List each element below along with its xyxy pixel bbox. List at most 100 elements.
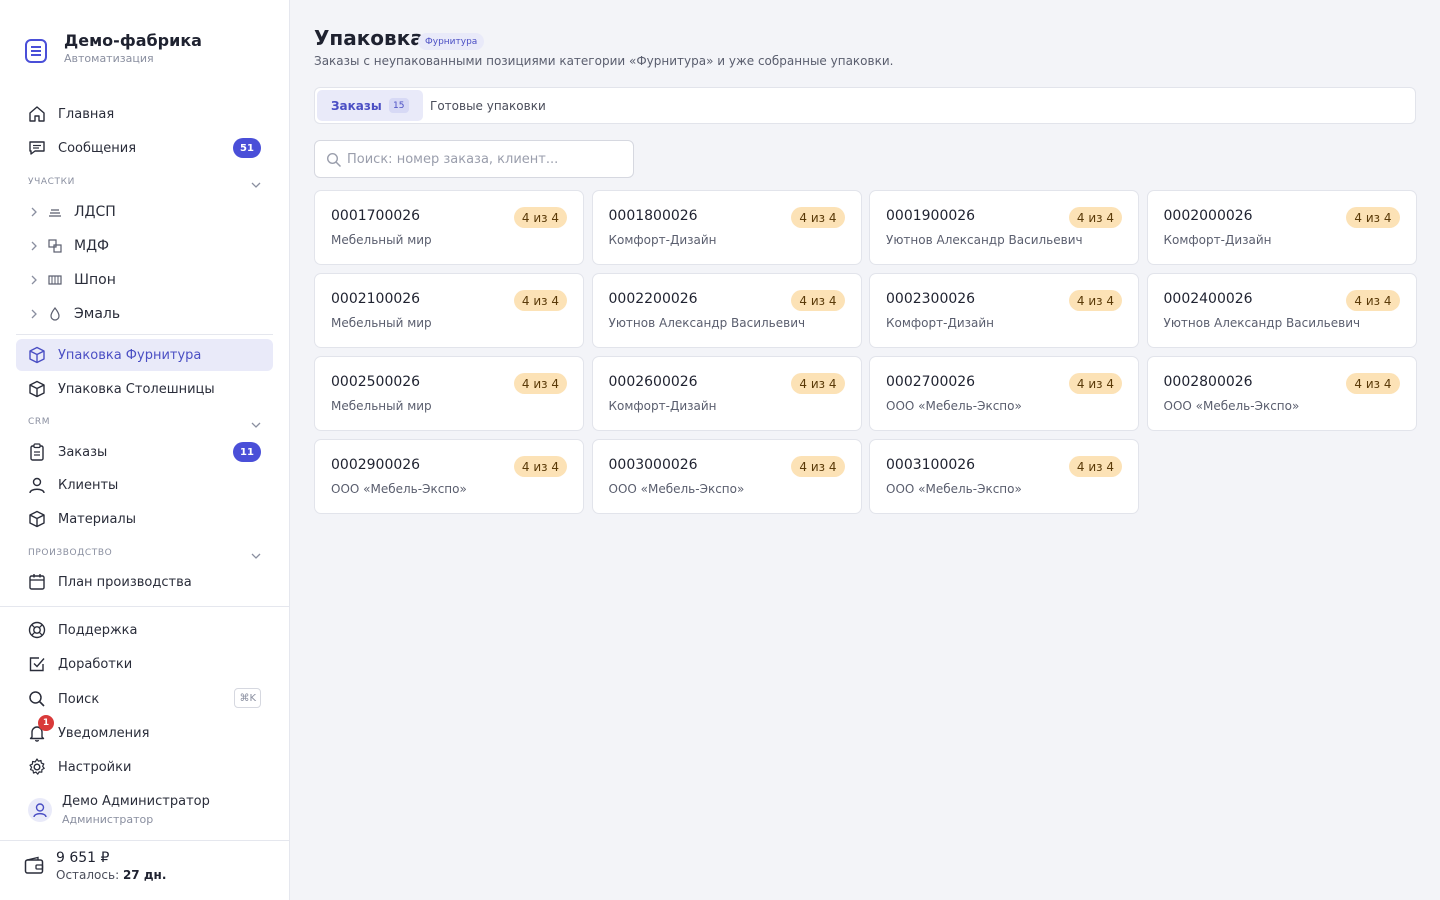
notifications-count-badge: 1 bbox=[38, 715, 54, 731]
packing-progress-badge: 4 из 4 bbox=[513, 290, 567, 311]
order-number: 0002200026 bbox=[608, 291, 698, 307]
brand-subtitle: Автоматизация bbox=[64, 52, 154, 65]
order-card[interactable]: 0003000026 ООО «Мебель-Экспо» 4 из 4 bbox=[591, 439, 862, 514]
order-card[interactable]: 0001800026 Комфорт-Дизайн 4 из 4 bbox=[591, 190, 862, 265]
order-client: ООО «Мебель-Экспо» bbox=[331, 482, 467, 496]
lifebuoy-icon bbox=[28, 621, 46, 639]
section-production-label: Производство bbox=[28, 548, 113, 558]
order-client: ООО «Мебель-Экспо» bbox=[608, 482, 745, 496]
brand[interactable]: Демо-фабрика Автоматизация bbox=[24, 30, 202, 67]
nav-search-label: Поиск bbox=[58, 691, 100, 707]
packing-progress-badge: 4 из 4 bbox=[1346, 290, 1400, 311]
order-card[interactable]: 0002100026 Мебельный мир 4 из 4 bbox=[314, 273, 584, 348]
gear-icon bbox=[29, 758, 45, 775]
order-client: Мебельный мир bbox=[331, 233, 432, 247]
order-card[interactable]: 0001700026 Мебельный мир 4 из 4 bbox=[314, 190, 584, 265]
order-number: 0003100026 bbox=[886, 457, 976, 473]
tab-orders[interactable]: Заказы 15 bbox=[317, 90, 423, 121]
search-box[interactable] bbox=[314, 140, 634, 178]
chevron-right-icon bbox=[31, 241, 37, 251]
checkbox-icon bbox=[29, 657, 45, 672]
order-card[interactable]: 0002600026 Комфорт-Дизайн 4 из 4 bbox=[591, 356, 862, 431]
order-card[interactable]: 0002700026 ООО «Мебель-Экспо» 4 из 4 bbox=[869, 356, 1139, 431]
divider bbox=[16, 334, 273, 335]
box-icon bbox=[29, 380, 45, 398]
chevron-down-icon bbox=[251, 182, 261, 188]
nav-support[interactable]: Поддержка bbox=[16, 614, 273, 646]
chevron-right-icon bbox=[31, 275, 37, 285]
order-number: 0002900026 bbox=[331, 457, 421, 473]
packing-progress-badge: 4 из 4 bbox=[1068, 290, 1122, 311]
nav-notifications[interactable]: 1 Уведомления bbox=[16, 715, 273, 749]
order-card[interactable]: 0001900026 Уютнов Александр Васильевич 4 и… bbox=[869, 190, 1139, 265]
nav-settings-label: Настройки bbox=[58, 759, 132, 775]
order-card[interactable]: 0002400026 Уютнов Александр Васильевич 4 и… bbox=[1146, 273, 1417, 348]
nav-search[interactable]: Поиск ⌘K bbox=[16, 683, 273, 715]
area-enamel[interactable]: Эмаль bbox=[16, 298, 273, 330]
packing-progress-badge: 4 из 4 bbox=[1068, 373, 1122, 394]
brand-title: Демо-фабрика bbox=[64, 31, 202, 50]
nav-packaging-hardware-label: Упаковка Фурнитура bbox=[58, 347, 202, 363]
section-crm[interactable]: CRM bbox=[28, 417, 262, 433]
balance[interactable]: 9 651 ₽ Осталось: 27 дн. bbox=[24, 848, 274, 888]
nav-home[interactable]: Главная bbox=[16, 98, 273, 130]
veneer-icon bbox=[48, 275, 62, 285]
user-profile[interactable]: Демо Администратор Администратор bbox=[28, 792, 268, 832]
area-mdf[interactable]: МДФ bbox=[16, 230, 273, 262]
layers-icon bbox=[49, 209, 61, 217]
nav-clients[interactable]: Клиенты bbox=[16, 469, 273, 501]
page-title: Упаковка bbox=[314, 26, 424, 50]
home-icon bbox=[29, 106, 45, 122]
nav-settings[interactable]: Настройки bbox=[16, 751, 273, 783]
wallet-icon bbox=[24, 856, 44, 874]
search-icon bbox=[326, 152, 342, 168]
order-client: Уютнов Александр Васильевич bbox=[608, 316, 806, 330]
main-content: Упаковка Фурнитура Заказы с неупакованны… bbox=[314, 0, 1417, 900]
order-number: 0002100026 bbox=[331, 291, 421, 307]
nav-production-plan-label: План производства bbox=[58, 574, 192, 590]
packing-progress-badge: 4 из 4 bbox=[1068, 207, 1122, 228]
area-veneer[interactable]: Шпон bbox=[16, 264, 273, 296]
area-veneer-label: Шпон bbox=[74, 272, 116, 288]
packing-progress-badge: 4 из 4 bbox=[791, 290, 845, 311]
user-icon bbox=[29, 477, 45, 494]
user-name: Демо Администратор bbox=[62, 794, 210, 809]
packing-progress-badge: 4 из 4 bbox=[513, 456, 567, 477]
clipboard-icon bbox=[30, 443, 44, 461]
order-card[interactable]: 0002000026 Комфорт-Дизайн 4 из 4 bbox=[1146, 190, 1417, 265]
order-number: 0002600026 bbox=[608, 374, 698, 390]
area-ldsp[interactable]: ЛДСП bbox=[16, 196, 273, 228]
balance-remaining: Осталось: 27 дн. bbox=[56, 868, 166, 882]
tab-ready-packages[interactable]: Готовые упаковки bbox=[416, 90, 560, 121]
divider bbox=[0, 840, 290, 841]
nav-packaging-countertops[interactable]: Упаковка Столешницы bbox=[16, 373, 273, 405]
nav-orders[interactable]: Заказы 11 bbox=[16, 436, 273, 468]
nav-production-plan[interactable]: План производства bbox=[16, 566, 273, 598]
chevron-down-icon bbox=[251, 553, 261, 559]
nav-clients-label: Клиенты bbox=[58, 477, 119, 493]
nav-messages[interactable]: Сообщения 51 bbox=[16, 132, 273, 164]
nav-packaging-hardware[interactable]: Упаковка Фурнитура bbox=[16, 339, 273, 371]
area-enamel-label: Эмаль bbox=[74, 306, 121, 322]
nav-improvements[interactable]: Доработки bbox=[16, 648, 273, 680]
packing-progress-badge: 4 из 4 bbox=[791, 456, 845, 477]
balance-remaining-value: 27 дн. bbox=[122, 868, 167, 882]
order-client: ООО «Мебель-Экспо» bbox=[886, 482, 1022, 496]
calendar-icon bbox=[29, 574, 45, 590]
order-card[interactable]: 0003100026 ООО «Мебель-Экспо» 4 из 4 bbox=[869, 439, 1139, 514]
nav-materials[interactable]: Материалы bbox=[16, 503, 273, 535]
section-areas[interactable]: Участки bbox=[28, 177, 262, 193]
nav-materials-label: Материалы bbox=[58, 511, 136, 527]
order-card[interactable]: 0002300026 Комфорт-Дизайн 4 из 4 bbox=[869, 273, 1139, 348]
order-client: Комфорт-Дизайн bbox=[608, 399, 717, 413]
order-number: 0002700026 bbox=[886, 374, 976, 390]
order-card[interactable]: 0002900026 ООО «Мебель-Экспо» 4 из 4 bbox=[314, 439, 584, 514]
order-card[interactable]: 0002800026 ООО «Мебель-Экспо» 4 из 4 bbox=[1146, 356, 1417, 431]
packing-progress-badge: 4 из 4 bbox=[791, 207, 845, 228]
tab-orders-count: 15 bbox=[388, 98, 409, 113]
order-card[interactable]: 0002500026 Мебельный мир 4 из 4 bbox=[314, 356, 584, 431]
section-production[interactable]: Производство bbox=[28, 548, 262, 564]
search-input[interactable] bbox=[347, 149, 627, 169]
order-card[interactable]: 0002200026 Уютнов Александр Васильевич 4 и… bbox=[591, 273, 862, 348]
order-client: Мебельный мир bbox=[331, 399, 432, 413]
